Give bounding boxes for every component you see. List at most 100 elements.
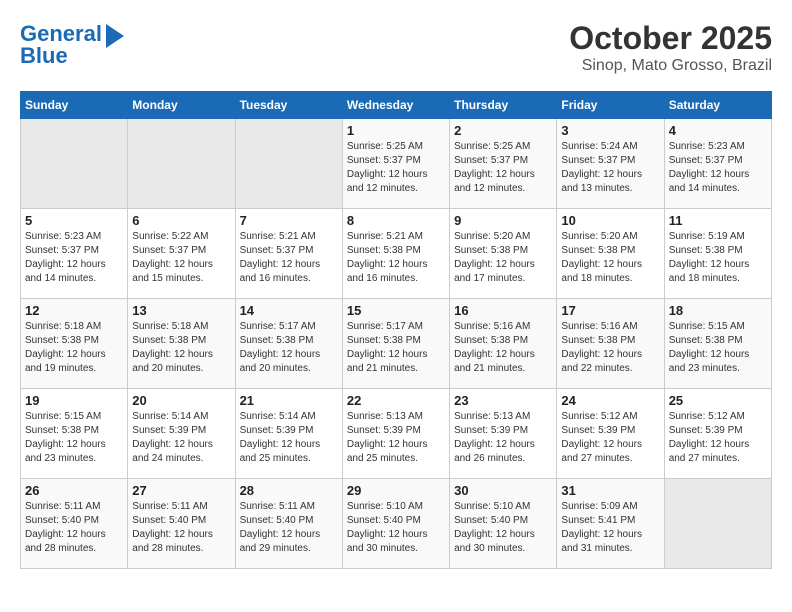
day-info: Sunrise: 5:23 AM Sunset: 5:37 PM Dayligh… [669,140,767,196]
calendar-cell: 27 Sunrise: 5:11 AM Sunset: 5:40 PM Dayli… [128,479,235,569]
day-number: 20 [132,393,230,408]
calendar-cell: 6 Sunrise: 5:22 AM Sunset: 5:37 PM Daylig… [128,209,235,299]
day-number: 30 [454,483,552,498]
day-number: 16 [454,303,552,318]
day-info: Sunrise: 5:09 AM Sunset: 5:41 PM Dayligh… [561,500,659,556]
calendar-cell: 29Sunrise: 5:10 AM Sunset: 5:40 PM Dayli… [342,479,449,569]
calendar-cell: 10 Sunrise: 5:20 AM Sunset: 5:38 PM Dayli… [557,209,664,299]
day-info: Sunrise: 5:14 AM Sunset: 5:39 PM Dayligh… [132,410,230,466]
day-info: Sunrise: 5:11 AM Sunset: 5:40 PM Dayligh… [25,500,123,556]
day-number: 17 [561,303,659,318]
calendar-cell: 23 Sunrise: 5:13 AM Sunset: 5:39 PM Dayli… [450,389,557,479]
location-subtitle: Sinop, Mato Grosso, Brazil [569,57,772,75]
calendar-cell: 24 Sunrise: 5:12 AM Sunset: 5:39 PM Dayli… [557,389,664,479]
day-number: 25 [669,393,767,408]
calendar-cell: 31 Sunrise: 5:09 AM Sunset: 5:41 PM Dayli… [557,479,664,569]
calendar-cell: 5Sunrise: 5:23 AM Sunset: 5:37 PM Daylig… [21,209,128,299]
day-number: 28 [240,483,338,498]
calendar-cell: 21 Sunrise: 5:14 AM Sunset: 5:39 PM Dayli… [235,389,342,479]
calendar-cell: 18 Sunrise: 5:15 AM Sunset: 5:38 PM Dayli… [664,299,771,389]
logo-text-blue: Blue [20,44,68,68]
day-info: Sunrise: 5:13 AM Sunset: 5:39 PM Dayligh… [347,410,445,466]
calendar-cell: 16Sunrise: 5:16 AM Sunset: 5:38 PM Dayli… [450,299,557,389]
day-info: Sunrise: 5:21 AM Sunset: 5:37 PM Dayligh… [240,230,338,286]
day-number: 9 [454,213,552,228]
day-info: Sunrise: 5:24 AM Sunset: 5:37 PM Dayligh… [561,140,659,196]
calendar-cell: 28 Sunrise: 5:11 AM Sunset: 5:40 PM Dayli… [235,479,342,569]
header-monday: Monday [128,92,235,119]
calendar-cell: 3 Sunrise: 5:24 AM Sunset: 5:37 PM Daylig… [557,119,664,209]
header-friday: Friday [557,92,664,119]
day-info: Sunrise: 5:14 AM Sunset: 5:39 PM Dayligh… [240,410,338,466]
day-info: Sunrise: 5:22 AM Sunset: 5:37 PM Dayligh… [132,230,230,286]
header-saturday: Saturday [664,92,771,119]
day-info: Sunrise: 5:15 AM Sunset: 5:38 PM Dayligh… [25,410,123,466]
calendar-cell: 25Sunrise: 5:12 AM Sunset: 5:39 PM Dayli… [664,389,771,479]
day-number: 4 [669,123,767,138]
day-info: Sunrise: 5:13 AM Sunset: 5:39 PM Dayligh… [454,410,552,466]
day-number: 18 [669,303,767,318]
calendar-cell: 9Sunrise: 5:20 AM Sunset: 5:38 PM Daylig… [450,209,557,299]
calendar-header-row: Sunday Monday Tuesday Wednesday Thursday… [21,92,772,119]
calendar-cell: 20 Sunrise: 5:14 AM Sunset: 5:39 PM Dayli… [128,389,235,479]
calendar-week-5: 26 Sunrise: 5:11 AM Sunset: 5:40 PM Dayli… [21,479,772,569]
day-number: 8 [347,213,445,228]
day-number: 21 [240,393,338,408]
day-number: 26 [25,483,123,498]
calendar-cell: 13 Sunrise: 5:18 AM Sunset: 5:38 PM Dayli… [128,299,235,389]
day-info: Sunrise: 5:11 AM Sunset: 5:40 PM Dayligh… [240,500,338,556]
calendar-cell [21,119,128,209]
day-info: Sunrise: 5:12 AM Sunset: 5:39 PM Dayligh… [561,410,659,466]
day-number: 6 [132,213,230,228]
header-tuesday: Tuesday [235,92,342,119]
page-header: General Blue October 2025 Sinop, Mato Gr… [20,20,772,75]
calendar-cell: 8 Sunrise: 5:21 AM Sunset: 5:38 PM Daylig… [342,209,449,299]
day-info: Sunrise: 5:23 AM Sunset: 5:37 PM Dayligh… [25,230,123,286]
calendar-cell [235,119,342,209]
day-number: 29 [347,483,445,498]
day-info: Sunrise: 5:17 AM Sunset: 5:38 PM Dayligh… [240,320,338,376]
day-info: Sunrise: 5:18 AM Sunset: 5:38 PM Dayligh… [132,320,230,376]
day-info: Sunrise: 5:10 AM Sunset: 5:40 PM Dayligh… [454,500,552,556]
day-number: 27 [132,483,230,498]
day-info: Sunrise: 5:15 AM Sunset: 5:38 PM Dayligh… [669,320,767,376]
day-info: Sunrise: 5:21 AM Sunset: 5:38 PM Dayligh… [347,230,445,286]
day-number: 13 [132,303,230,318]
day-number: 12 [25,303,123,318]
logo-arrow-icon [106,24,124,48]
day-number: 3 [561,123,659,138]
day-number: 31 [561,483,659,498]
calendar-cell: 30 Sunrise: 5:10 AM Sunset: 5:40 PM Dayli… [450,479,557,569]
calendar-cell: 19 Sunrise: 5:15 AM Sunset: 5:38 PM Dayli… [21,389,128,479]
header-thursday: Thursday [450,92,557,119]
calendar-cell: 11 Sunrise: 5:19 AM Sunset: 5:38 PM Dayli… [664,209,771,299]
day-number: 24 [561,393,659,408]
day-number: 10 [561,213,659,228]
day-number: 11 [669,213,767,228]
calendar-cell: 12 Sunrise: 5:18 AM Sunset: 5:38 PM Dayli… [21,299,128,389]
calendar-week-3: 12 Sunrise: 5:18 AM Sunset: 5:38 PM Dayli… [21,299,772,389]
calendar-cell: 1 Sunrise: 5:25 AM Sunset: 5:37 PM Daylig… [342,119,449,209]
day-number: 7 [240,213,338,228]
day-number: 15 [347,303,445,318]
calendar-cell: 22Sunrise: 5:13 AM Sunset: 5:39 PM Dayli… [342,389,449,479]
day-info: Sunrise: 5:19 AM Sunset: 5:38 PM Dayligh… [669,230,767,286]
day-info: Sunrise: 5:18 AM Sunset: 5:38 PM Dayligh… [25,320,123,376]
title-block: October 2025 Sinop, Mato Grosso, Brazil [569,20,772,75]
day-info: Sunrise: 5:25 AM Sunset: 5:37 PM Dayligh… [347,140,445,196]
day-info: Sunrise: 5:11 AM Sunset: 5:40 PM Dayligh… [132,500,230,556]
day-number: 23 [454,393,552,408]
calendar-week-4: 19 Sunrise: 5:15 AM Sunset: 5:38 PM Dayli… [21,389,772,479]
day-number: 19 [25,393,123,408]
day-info: Sunrise: 5:17 AM Sunset: 5:38 PM Dayligh… [347,320,445,376]
day-info: Sunrise: 5:20 AM Sunset: 5:38 PM Dayligh… [561,230,659,286]
day-info: Sunrise: 5:16 AM Sunset: 5:38 PM Dayligh… [561,320,659,376]
day-number: 1 [347,123,445,138]
calendar-cell [664,479,771,569]
header-wednesday: Wednesday [342,92,449,119]
calendar-table: Sunday Monday Tuesday Wednesday Thursday… [20,91,772,569]
day-info: Sunrise: 5:25 AM Sunset: 5:37 PM Dayligh… [454,140,552,196]
calendar-cell: 7 Sunrise: 5:21 AM Sunset: 5:37 PM Daylig… [235,209,342,299]
header-sunday: Sunday [21,92,128,119]
month-title: October 2025 [569,20,772,57]
